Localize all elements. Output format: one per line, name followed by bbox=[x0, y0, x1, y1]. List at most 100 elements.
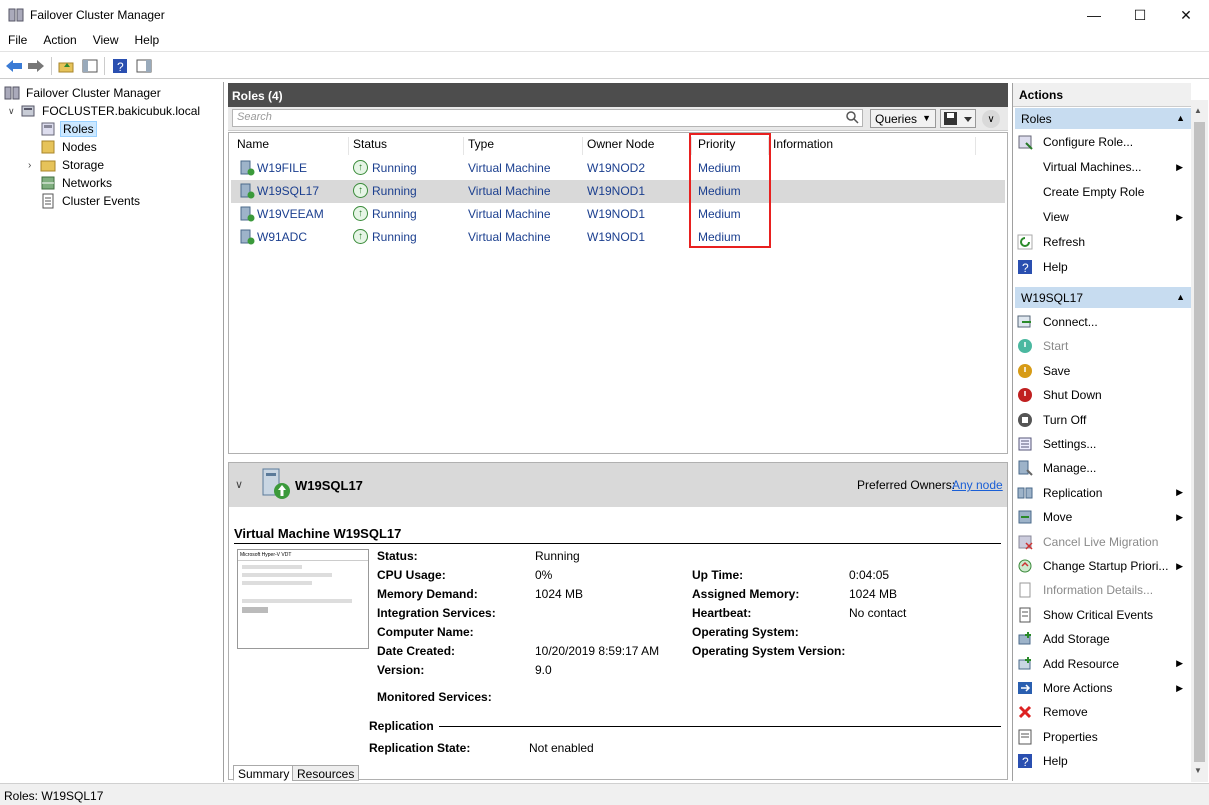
action-add-storage[interactable]: Add Storage bbox=[1017, 627, 1189, 651]
maximize-button[interactable]: ☐ bbox=[1117, 0, 1163, 30]
collapse-chevron-icon[interactable]: ∨ bbox=[982, 110, 1000, 128]
remove-icon bbox=[1017, 704, 1033, 720]
cluster-icon bbox=[20, 103, 36, 119]
collapse-detail-icon[interactable]: ∨ bbox=[235, 478, 243, 491]
action-label: Properties bbox=[1043, 729, 1098, 744]
action-view[interactable]: View ▶ bbox=[1017, 205, 1189, 229]
critical-events-icon bbox=[1017, 607, 1033, 623]
col-header-information[interactable]: Information bbox=[773, 137, 833, 155]
forward-arrow-icon[interactable] bbox=[26, 56, 46, 76]
close-button[interactable]: ✕ bbox=[1163, 0, 1209, 30]
vm-role-icon bbox=[239, 183, 255, 202]
col-header-status[interactable]: Status bbox=[353, 137, 387, 155]
tab-summary[interactable]: Summary bbox=[233, 765, 295, 781]
action-replication[interactable]: Replication ▶ bbox=[1017, 481, 1189, 505]
running-status-icon: ↑ bbox=[353, 160, 368, 175]
search-icon[interactable] bbox=[846, 111, 859, 127]
action-save[interactable]: Save bbox=[1017, 359, 1189, 383]
scrollbar-thumb[interactable] bbox=[1194, 122, 1205, 762]
table-row[interactable]: W19VEEAM ↑ Running Virtual Machine W19NOD… bbox=[231, 203, 1005, 226]
action-show-critical-events[interactable]: Show Critical Events bbox=[1017, 603, 1189, 627]
integration-services-label: Integration Services: bbox=[377, 606, 496, 620]
search-bar: Search Queries ▼ ∨ bbox=[228, 107, 1008, 131]
search-input[interactable]: Search bbox=[232, 109, 863, 127]
table-row[interactable]: W19SQL17 ↑ Running Virtual Machine W19NOD… bbox=[231, 180, 1005, 203]
action-move[interactable]: Move ▶ bbox=[1017, 505, 1189, 529]
svg-text:?: ? bbox=[1022, 261, 1029, 275]
menu-view[interactable]: View bbox=[85, 30, 127, 47]
toolbar-separator bbox=[104, 57, 105, 75]
show-hide-tree-icon[interactable] bbox=[80, 56, 100, 76]
tree-item-storage[interactable]: › Storage bbox=[28, 156, 106, 174]
cluster-manager-icon bbox=[4, 85, 20, 101]
table-row[interactable]: W19FILE ↑ Running Virtual Machine W19NOD2… bbox=[231, 157, 1005, 180]
role-type: Virtual Machine bbox=[468, 207, 551, 221]
tree-item-nodes[interactable]: Nodes bbox=[40, 138, 99, 156]
tree-item-roles[interactable]: Roles bbox=[40, 120, 97, 138]
navigation-tree: Failover Cluster Manager ∨ FOCLUSTER.bak… bbox=[0, 82, 224, 782]
scroll-down-icon[interactable]: ▼ bbox=[1194, 766, 1202, 775]
action-information-details[interactable]: Information Details... bbox=[1017, 578, 1189, 602]
role-status: ↑ Running bbox=[353, 206, 417, 221]
scroll-up-icon[interactable]: ▲ bbox=[1194, 106, 1202, 115]
actions-section-roles[interactable]: Roles ▲ bbox=[1015, 108, 1191, 129]
col-separator bbox=[463, 137, 464, 155]
action-remove[interactable]: Remove bbox=[1017, 700, 1189, 724]
action-create-empty-role[interactable]: Create Empty Role bbox=[1017, 180, 1189, 204]
col-header-owner-node[interactable]: Owner Node bbox=[587, 137, 654, 155]
tab-resources[interactable]: Resources bbox=[292, 765, 360, 781]
show-hide-action-pane-icon[interactable] bbox=[134, 56, 154, 76]
menu-help[interactable]: Help bbox=[127, 30, 168, 47]
chevron-down-icon[interactable]: ∨ bbox=[8, 106, 20, 117]
computer-name-label: Computer Name: bbox=[377, 625, 474, 639]
tree-item-cluster-events[interactable]: Cluster Events bbox=[40, 192, 142, 210]
queries-button[interactable]: Queries ▼ bbox=[870, 109, 936, 128]
menu-action[interactable]: Action bbox=[35, 30, 84, 47]
status-label: Status: bbox=[377, 549, 418, 563]
save-query-button[interactable] bbox=[940, 109, 976, 128]
table-row[interactable]: W91ADC ↑ Running Virtual Machine W19NOD1 … bbox=[231, 226, 1005, 249]
minimize-button[interactable]: — bbox=[1071, 0, 1117, 30]
chevron-right-icon[interactable]: › bbox=[28, 160, 40, 171]
action-help[interactable]: ? Help bbox=[1017, 749, 1189, 773]
up-time-value: 0:04:05 bbox=[849, 568, 890, 582]
action-properties[interactable]: Properties bbox=[1017, 725, 1189, 749]
submenu-arrow-icon: ▶ bbox=[1176, 487, 1183, 498]
operating-system-label: Operating System: bbox=[692, 625, 799, 639]
tree-root[interactable]: Failover Cluster Manager bbox=[4, 84, 163, 102]
move-icon bbox=[1017, 509, 1033, 525]
action-settings[interactable]: Settings... bbox=[1017, 432, 1189, 456]
menu-file[interactable]: File bbox=[0, 30, 35, 47]
help-toolbar-icon[interactable]: ? bbox=[110, 56, 130, 76]
os-version-label: Operating System Version: bbox=[692, 644, 846, 658]
action-cancel-live-migration[interactable]: Cancel Live Migration bbox=[1017, 530, 1189, 554]
actions-section-vm[interactable]: W19SQL17 ▲ bbox=[1015, 287, 1191, 308]
tree-item-networks[interactable]: Networks bbox=[40, 174, 114, 192]
action-turn-off[interactable]: Turn Off bbox=[1017, 408, 1189, 432]
action-help[interactable]: ? Help bbox=[1017, 255, 1189, 279]
back-arrow-icon[interactable] bbox=[4, 56, 24, 76]
shutdown-icon bbox=[1017, 387, 1033, 403]
svg-text:?: ? bbox=[1022, 755, 1029, 769]
action-manage[interactable]: Manage... bbox=[1017, 456, 1189, 480]
any-node-link[interactable]: Any node bbox=[952, 478, 1003, 492]
tree-cluster[interactable]: ∨ FOCLUSTER.bakicubuk.local bbox=[8, 102, 202, 120]
role-name: W91ADC bbox=[257, 230, 308, 244]
action-change-startup-priori[interactable]: Change Startup Priori... ▶ bbox=[1017, 554, 1189, 578]
vm-thumbnail[interactable]: Microsoft Hyper-V VDT bbox=[237, 549, 369, 649]
action-configure-role[interactable]: Configure Role... bbox=[1017, 130, 1189, 154]
action-connect[interactable]: Connect... bbox=[1017, 310, 1189, 334]
role-owner-node: W19NOD1 bbox=[587, 207, 646, 221]
action-start[interactable]: Start bbox=[1017, 334, 1189, 358]
col-header-type[interactable]: Type bbox=[468, 137, 494, 155]
detail-pane: ∨ W19SQL17 Preferred Owners: Any node Vi… bbox=[228, 462, 1008, 781]
toolbar-separator bbox=[51, 57, 52, 75]
action-shut-down[interactable]: Shut Down bbox=[1017, 383, 1189, 407]
action-refresh[interactable]: Refresh bbox=[1017, 230, 1189, 254]
action-virtual-machines[interactable]: Virtual Machines... ▶ bbox=[1017, 155, 1189, 179]
action-add-resource[interactable]: Add Resource ▶ bbox=[1017, 652, 1189, 676]
up-folder-icon[interactable] bbox=[56, 56, 76, 76]
action-more-actions[interactable]: More Actions ▶ bbox=[1017, 676, 1189, 700]
col-header-name[interactable]: Name bbox=[237, 137, 269, 155]
action-label: Connect... bbox=[1043, 315, 1098, 329]
